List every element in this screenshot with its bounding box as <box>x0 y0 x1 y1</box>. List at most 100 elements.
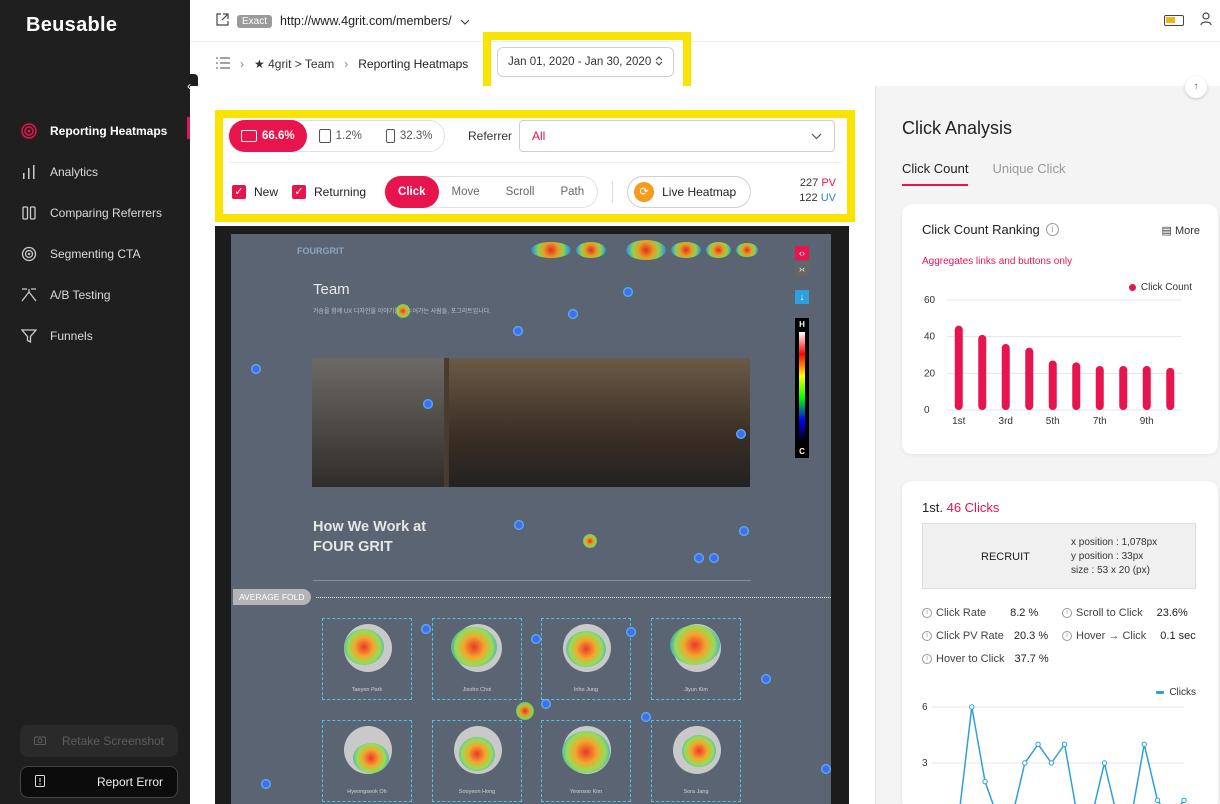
external-link-icon[interactable] <box>216 13 229 29</box>
person-name: Taeyon Park <box>351 687 383 693</box>
expand-icon[interactable]: ‹› <box>795 246 809 260</box>
chevron-down-icon <box>811 129 822 143</box>
heatmap-page-screenshot[interactable]: FOURGRIT Team 가슴을 함께 UX 디자인을 이야기를 나누어가는 … <box>231 234 831 804</box>
bar <box>1072 362 1081 410</box>
click-dot <box>423 399 433 409</box>
sidebar-item-ab-testing[interactable]: A/B Testing <box>0 274 190 315</box>
top-bar: Exact http://www.4grit.com/members/ <box>190 0 1220 42</box>
mode-move-button[interactable]: Move <box>439 176 493 208</box>
report-error-button[interactable]: Report Error <box>20 766 178 798</box>
user-icon[interactable] <box>1200 12 1212 29</box>
download-icon[interactable]: ↓ <box>795 290 809 304</box>
ab-test-icon <box>20 286 38 304</box>
x-tick-label: 5th <box>1046 416 1060 427</box>
chevron-right-icon: › <box>344 57 349 71</box>
pv-value: 227 <box>799 177 819 189</box>
average-fold-marker: AVERAGE FOLD <box>231 587 831 607</box>
data-point <box>1022 760 1028 766</box>
click-dot <box>694 553 704 563</box>
sidebar-item-label: Segmenting CTA <box>50 246 141 261</box>
y-tick-label: 20 <box>924 368 936 379</box>
page-url[interactable]: http://www.4grit.com/members/ <box>280 14 452 28</box>
heat-spot <box>682 735 716 767</box>
device-desktop-button[interactable]: 66.6% <box>229 120 307 152</box>
heat-spot <box>344 629 384 665</box>
menu-list-icon[interactable] <box>216 56 230 72</box>
click-dot <box>626 627 636 637</box>
heatmap-mode-tabs: Click Move Scroll Path <box>384 176 599 208</box>
person-name: Jisoho Choi <box>462 687 492 693</box>
sidebar-item-comparing-referrers[interactable]: Comparing Referrers <box>0 192 190 233</box>
tab-unique-click[interactable]: Unique Click <box>992 161 1065 186</box>
bar-chart-icon <box>20 163 38 181</box>
mode-path-button[interactable]: Path <box>547 176 597 208</box>
app-logo: Beusable <box>26 14 118 36</box>
sidebar-item-segmenting-cta[interactable]: Segmenting CTA <box>0 233 190 274</box>
y-tick-label: 40 <box>924 332 936 343</box>
pv-uv-counts: 227 PV 122 UV <box>799 176 836 206</box>
broadcast-icon <box>20 245 38 263</box>
click-dot <box>709 553 719 563</box>
scale-high-label: H <box>799 320 805 329</box>
tab-click-count[interactable]: Click Count <box>902 161 969 186</box>
bar <box>1095 366 1104 410</box>
scroll-to-top-button[interactable]: ↑ <box>1185 76 1207 98</box>
uv-value: 122 <box>799 192 818 204</box>
battery-icon <box>1164 15 1184 26</box>
referrer-value: All <box>532 129 546 143</box>
sidebar-item-analytics[interactable]: Analytics <box>0 151 190 192</box>
y-tick-label: 60 <box>924 295 936 306</box>
url-row: Exact http://www.4grit.com/members/ <box>216 13 470 29</box>
y-tick-label: 6 <box>922 702 928 713</box>
date-range-select[interactable]: Jan 01, 2020 - Jan 30, 2020 <box>497 47 674 77</box>
bar <box>1001 344 1010 410</box>
referrer-select[interactable]: All <box>519 120 835 152</box>
x-tick-label: 9th <box>1140 416 1154 427</box>
columns-icon <box>20 204 38 222</box>
data-point <box>969 704 975 710</box>
sidebar-item-funnels[interactable]: Funnels <box>0 315 190 356</box>
mode-click-button[interactable]: Click <box>385 176 439 208</box>
heatmap-viewport[interactable]: FOURGRIT Team 가슴을 함께 UX 디자인을 이야기를 나누어가는 … <box>215 226 849 804</box>
breadcrumb-current: Reporting Heatmaps <box>358 57 469 71</box>
sidebar-item-label: Reporting Heatmaps <box>50 123 168 138</box>
updown-chevron-icon <box>655 55 663 69</box>
exact-badge: Exact <box>237 14 273 28</box>
live-heatmap-button[interactable]: ⟳ Live Heatmap <box>627 176 752 208</box>
bar <box>1025 347 1034 410</box>
click-dot <box>261 779 271 789</box>
sidebar-item-reporting-heatmaps[interactable]: Reporting Heatmaps <box>0 110 190 151</box>
panel-title: Click Analysis <box>902 118 1013 138</box>
new-checkbox[interactable]: ✓ <box>232 185 246 199</box>
mode-scroll-button[interactable]: Scroll <box>493 176 548 208</box>
device-tablet-button[interactable]: 1.2% <box>307 120 374 152</box>
data-point <box>1101 760 1108 766</box>
heat-spot <box>626 240 666 260</box>
heat-spot <box>353 743 389 773</box>
series-line <box>959 706 1185 804</box>
chevron-right-icon: › <box>240 57 244 71</box>
bar <box>1166 367 1175 410</box>
person-card: Yeonsoo Kim <box>541 720 631 802</box>
person-card: Jiyun Kim <box>651 618 741 700</box>
target-icon <box>20 122 38 140</box>
click-dot <box>641 712 651 722</box>
breadcrumb-root[interactable]: ★ 4grit > Team <box>254 57 334 71</box>
heat-spot <box>531 242 571 258</box>
scale-low-label: C <box>799 447 805 456</box>
heat-scale-legend: H C <box>795 318 809 458</box>
sidebar-item-label: A/B Testing <box>50 287 111 302</box>
device-share: 1.2% <box>335 130 362 142</box>
returning-checkbox[interactable]: ✓ <box>292 185 307 199</box>
person-name: Inho Jung <box>573 687 599 693</box>
device-mobile-button[interactable]: 32.3% <box>374 120 445 152</box>
top-right-tools <box>1164 12 1212 29</box>
heat-spot <box>562 731 610 773</box>
retake-screenshot-button[interactable]: Retake Screenshot <box>20 725 178 757</box>
click-dot <box>513 326 523 336</box>
chevron-down-icon[interactable] <box>460 14 470 28</box>
mobile-icon <box>385 129 395 143</box>
collapse-icon[interactable]: ›‹ <box>795 262 809 276</box>
heat-spot <box>671 242 701 258</box>
element-detail-card: 1st. 46 Clicks RECRUIT x position : 1,07… <box>902 481 1218 804</box>
